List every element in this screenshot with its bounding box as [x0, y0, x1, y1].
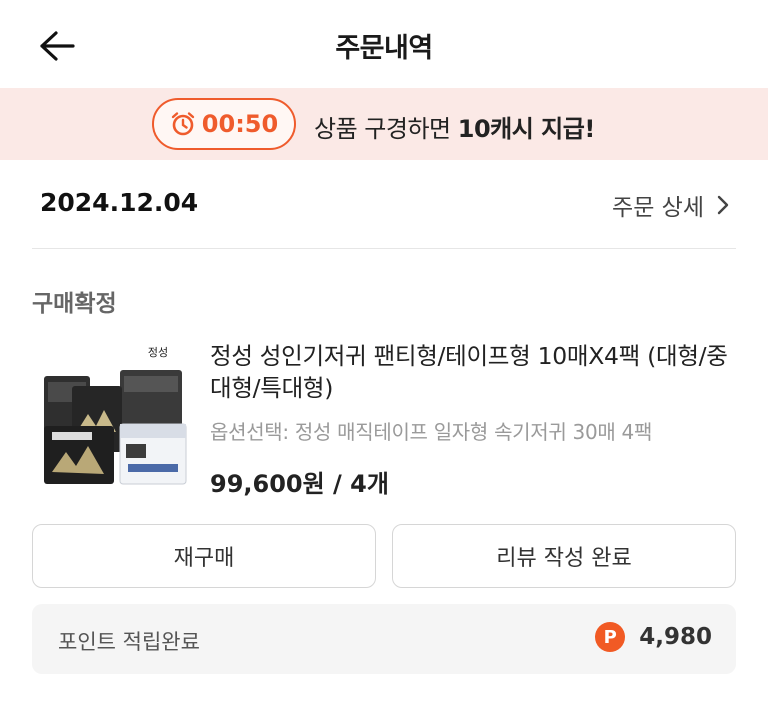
timer-text: 00:50 — [201, 110, 279, 138]
points-label: 포인트 적립완료 — [58, 630, 200, 654]
rebuy-button[interactable]: 재구매 — [32, 524, 376, 588]
product-price: 99,600원 / 4개 — [210, 470, 389, 498]
order-status: 구매확정 — [32, 291, 117, 317]
chevron-right-icon — [717, 195, 729, 215]
alarm-clock-icon — [171, 112, 194, 136]
app-header: 주문내역 — [0, 0, 768, 88]
points-panel: 포인트 적립완료 P 4,980 — [32, 604, 736, 674]
banner-message-prefix: 상품 구경하면 — [314, 115, 458, 143]
order-detail-link[interactable]: 주문 상세 — [612, 188, 730, 222]
banner-message-reward: 10캐시 지급! — [457, 115, 596, 143]
review-complete-button[interactable]: 리뷰 작성 완료 — [392, 524, 736, 588]
order-detail-label: 주문 상세 — [612, 195, 704, 221]
brand-logo: 정성 — [148, 346, 168, 359]
promo-banner[interactable]: 00:50 상품 구경하면 10캐시 지급! — [0, 88, 768, 160]
order-date: 2024.12.04 — [40, 188, 199, 217]
divider — [32, 248, 736, 249]
product-title[interactable]: 정성 성인기저귀 팬티형/테이프형 10매X4팩 (대형/중대형/특대형) — [210, 340, 740, 404]
page-title: 주문내역 — [335, 33, 433, 64]
product-thumbnail[interactable]: 정성 — [38, 340, 194, 490]
product-option: 옵션선택: 정성 매직테이프 일자형 속기저귀 30매 4팩 — [210, 420, 653, 444]
points-amount: P 4,980 — [595, 622, 712, 652]
points-value: 4,980 — [639, 624, 712, 650]
timer-badge: 00:50 — [152, 98, 296, 150]
banner-message: 상품 구경하면 10캐시 지급! — [314, 109, 595, 144]
point-badge-icon: P — [595, 622, 626, 652]
